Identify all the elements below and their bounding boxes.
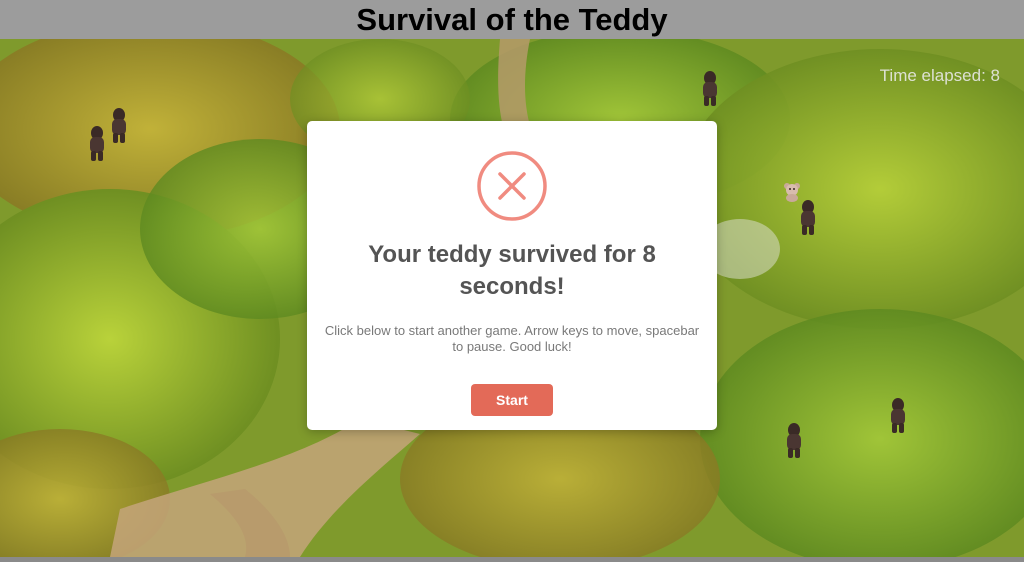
error-x-icon (476, 150, 548, 222)
game-over-dialog: Your teddy survived for 8 seconds! Click… (307, 121, 717, 430)
game-title: Survival of the Teddy (356, 2, 668, 37)
start-button[interactable]: Start (471, 384, 553, 416)
game-canvas[interactable]: Time elapsed: 8 Your teddy survived for … (0, 39, 1024, 557)
dialog-instructions: Click below to start another game. Arrow… (324, 323, 700, 354)
bottom-bar (0, 557, 1024, 562)
title-bar: Survival of the Teddy (0, 0, 1024, 39)
dialog-heading: Your teddy survived for 8 seconds! (368, 241, 656, 300)
